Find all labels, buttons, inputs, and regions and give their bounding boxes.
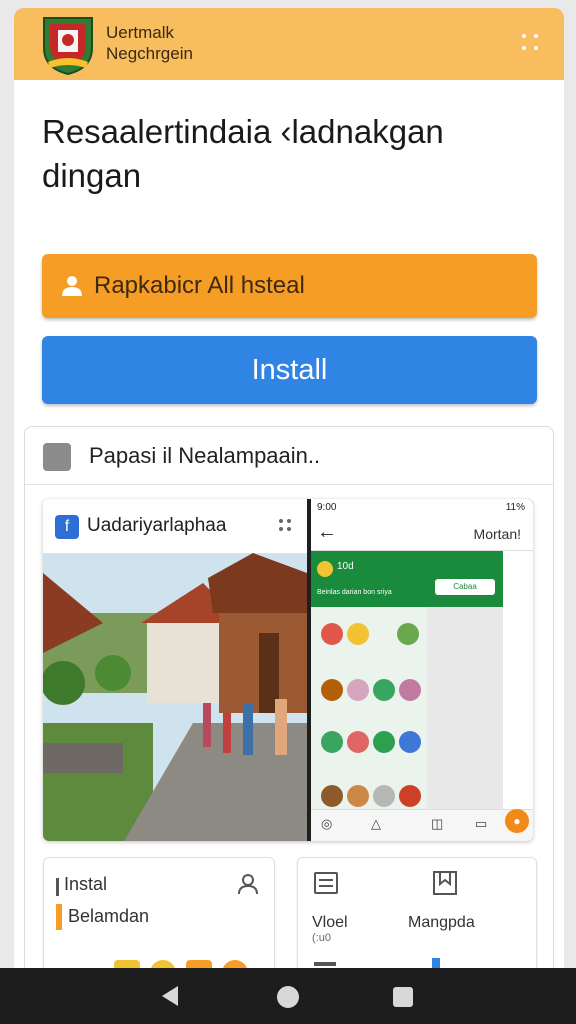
app-tile[interactable] xyxy=(399,785,421,807)
bookmark-icon[interactable] xyxy=(432,870,458,896)
tablet-icon[interactable]: ▭ xyxy=(475,816,487,832)
preview-card[interactable]: f Uadariyarlaphaa 9:00 11% ← Mortan! 10d… xyxy=(43,499,533,841)
phone-mockup: 9:00 11% ← Mortan! 10d Beinlas darian bo… xyxy=(307,499,533,841)
main-card: Resaalertindaia ‹ladnakgan dingan Rapkab… xyxy=(14,80,564,987)
primary-action-label: Rapkabicr All hsteal xyxy=(94,272,305,299)
crest-icon[interactable] xyxy=(38,14,98,76)
primary-action-button[interactable]: Rapkabicr All hsteal xyxy=(42,254,537,318)
floating-action-button[interactable]: ● xyxy=(505,809,529,833)
home-circle-icon[interactable] xyxy=(277,986,299,1008)
side-header: Cabaa xyxy=(427,551,503,607)
section-header[interactable]: Papasi il Nealampaain.. xyxy=(25,427,553,485)
app-tile[interactable] xyxy=(321,731,343,753)
view-label: Vloel xyxy=(312,914,348,931)
install-card-subtitle: Belamdan xyxy=(68,906,150,926)
shape-icon[interactable]: △ xyxy=(371,816,381,832)
list-icon[interactable] xyxy=(314,872,338,894)
recents-square-icon[interactable] xyxy=(393,987,413,1007)
app-tile[interactable] xyxy=(347,679,369,701)
preview-title: Uadariyarlaphaa xyxy=(87,515,227,536)
person-icon xyxy=(62,276,82,296)
install-button[interactable]: Install xyxy=(42,336,537,404)
more-dots-icon[interactable] xyxy=(279,519,293,533)
phone-status-time: 9:00 xyxy=(317,502,337,513)
preview-header: f Uadariyarlaphaa xyxy=(43,499,307,553)
phone-nav-title: Mortan! xyxy=(473,526,521,542)
highlight-bar xyxy=(56,904,62,930)
app-tile[interactable] xyxy=(373,731,395,753)
side-button[interactable]: Cabaa xyxy=(435,579,495,595)
app-tile[interactable] xyxy=(347,731,369,753)
apps-icon[interactable]: ◫ xyxy=(431,816,443,832)
app-tile[interactable] xyxy=(347,785,369,807)
phone-status-battery: 11% xyxy=(505,502,525,513)
manage-label: Mangpda xyxy=(408,914,475,931)
app-tile[interactable] xyxy=(321,785,343,807)
install-card-title: Instal xyxy=(64,874,108,894)
phone-status-bar: 9:00 11% xyxy=(311,499,533,517)
section-title: Papasi il Nealampaain.. xyxy=(89,443,321,468)
store-side-panel: Cabaa xyxy=(427,551,503,809)
app-tile[interactable] xyxy=(373,785,395,807)
app-tile[interactable] xyxy=(397,623,419,645)
app-title-line2: Negchrgein xyxy=(106,44,193,63)
explore-icon[interactable]: ◎ xyxy=(321,816,332,832)
app-tile[interactable] xyxy=(321,623,343,645)
app-tile[interactable] xyxy=(399,679,421,701)
system-nav-bar xyxy=(0,968,576,1024)
grid-dots-icon[interactable] xyxy=(520,32,544,56)
app-title: Uertmalk Negchrgein xyxy=(106,22,193,64)
app-tile[interactable] xyxy=(373,679,395,701)
page-title: Resaalertindaia ‹ladnakgan dingan xyxy=(42,113,444,194)
app-title-line1: Uertmalk xyxy=(106,23,175,42)
village-photo xyxy=(43,553,307,841)
bar-icon xyxy=(314,962,336,966)
accent-bar xyxy=(56,878,59,896)
details-section: Papasi il Nealampaain.. f Uadariyarlapha… xyxy=(24,426,554,987)
store-icon xyxy=(317,561,333,577)
user-outline-icon[interactable] xyxy=(236,872,260,896)
view-sublabel: (:u0 xyxy=(312,932,331,944)
store-title: 10d xyxy=(337,561,354,572)
app-tile[interactable] xyxy=(347,623,369,645)
back-arrow-icon[interactable]: ← xyxy=(317,521,337,544)
back-triangle-icon[interactable] xyxy=(162,986,178,1006)
app-icon: f xyxy=(55,515,79,539)
phone-screen: 9:00 11% ← Mortan! 10d Beinlas darian bo… xyxy=(311,499,533,841)
app-header: Uertmalk Negchrgein xyxy=(14,8,564,80)
checkbox-icon[interactable] xyxy=(43,443,71,471)
app-tile[interactable] xyxy=(321,679,343,701)
app-tile[interactable] xyxy=(399,731,421,753)
store-subtitle: Beinlas darian bon sriya xyxy=(317,589,392,596)
phone-nav-bar: ← Mortan! xyxy=(311,517,533,551)
phone-bottom-bar: ◎ △ ◫ ▭ xyxy=(311,809,533,841)
